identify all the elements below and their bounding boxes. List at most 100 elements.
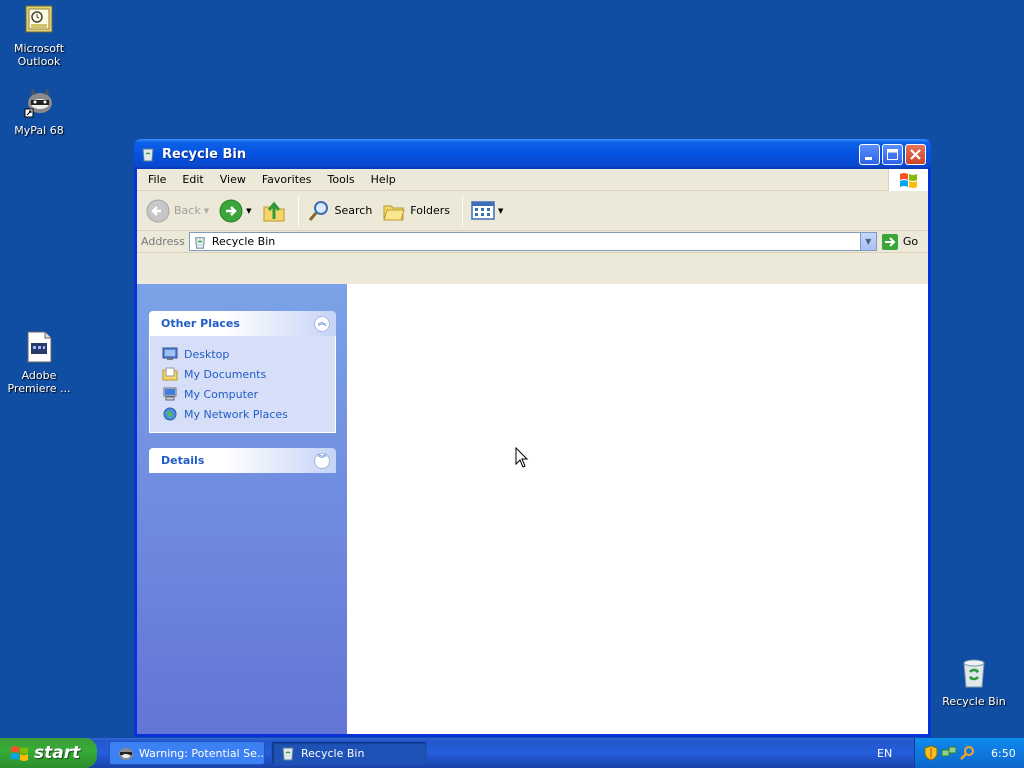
- taskbar-item-warning[interactable]: Warning: Potential Se...: [109, 741, 265, 765]
- link-my-documents-label: My Documents: [184, 367, 267, 381]
- other-places-header[interactable]: Other Places ︽: [149, 311, 336, 336]
- close-icon: [910, 149, 921, 160]
- task-pane: Other Places ︽ Desktop My Documents My C…: [137, 284, 347, 734]
- maximize-icon: [887, 149, 898, 160]
- taskbar-item-recycle-bin[interactable]: Recycle Bin: [271, 741, 427, 765]
- premiere-file-icon: [27, 331, 52, 363]
- details-panel: Details ︾: [149, 448, 336, 473]
- windows-flag-icon: [899, 173, 917, 188]
- windows-flag-icon: [11, 746, 28, 761]
- desktop-icon-outlook[interactable]: Microsoft Outlook: [0, 4, 79, 68]
- other-places-title: Other Places: [161, 317, 240, 330]
- forward-dropdown-icon[interactable]: ▼: [246, 207, 251, 215]
- close-button[interactable]: [905, 144, 926, 165]
- folders-icon: [383, 205, 405, 220]
- language-indicator[interactable]: EN: [877, 738, 892, 768]
- link-my-documents[interactable]: My Documents: [162, 364, 325, 384]
- address-dropdown-button[interactable]: ▼: [859, 233, 876, 250]
- link-desktop[interactable]: Desktop: [162, 344, 325, 364]
- minimize-button[interactable]: [859, 144, 880, 165]
- other-places-panel: Other Places ︽ Desktop My Documents My C…: [149, 311, 336, 433]
- taskbar-item-label: Recycle Bin: [301, 746, 365, 760]
- system-tray: 6:50: [914, 738, 1024, 768]
- windows-logo: [888, 169, 928, 191]
- menu-file[interactable]: File: [140, 173, 174, 186]
- desktop-icon-premiere[interactable]: Adobe Premiere ...: [0, 331, 79, 395]
- desktop-icon: [162, 347, 178, 360]
- start-button[interactable]: start: [0, 738, 97, 768]
- link-my-network-places[interactable]: My Network Places: [162, 404, 325, 424]
- forward-arrow-icon: [219, 199, 243, 222]
- menu-view[interactable]: View: [212, 173, 254, 186]
- folders-button[interactable]: Folders: [379, 195, 453, 227]
- network-icon[interactable]: [941, 745, 957, 761]
- toolbar-separator: [462, 195, 464, 226]
- recycle-bin-icon: [142, 148, 154, 162]
- toolbar: Back ▼ ▼ Search Folders ▼: [137, 191, 928, 231]
- back-label: Back: [174, 204, 201, 217]
- menu-favorites[interactable]: Favorites: [254, 173, 320, 186]
- my-computer-icon: [163, 387, 177, 401]
- mouse-cursor-icon: [515, 447, 529, 468]
- forward-button[interactable]: ▼: [216, 195, 254, 227]
- desktop-icon-label: Microsoft Outlook: [13, 42, 65, 68]
- menu-tools[interactable]: Tools: [320, 173, 363, 186]
- address-bar: Address Recycle Bin ▼ Go: [137, 231, 928, 253]
- recycle-bin-icon: [194, 236, 205, 249]
- title-bar[interactable]: Recycle Bin: [134, 139, 931, 169]
- start-label: start: [34, 743, 81, 763]
- views-icon: [471, 200, 495, 220]
- views-dropdown-icon[interactable]: ▼: [498, 207, 503, 215]
- recycle-bin-icon: [963, 659, 985, 688]
- outlook-icon: [25, 5, 53, 33]
- network-places-icon: [163, 407, 177, 421]
- desktop-icon-mypal[interactable]: MyPal 68: [0, 86, 79, 137]
- maximize-button[interactable]: [882, 144, 903, 165]
- up-folder-icon: [263, 201, 284, 221]
- views-button[interactable]: ▼: [468, 195, 506, 227]
- expand-chevron-down-icon[interactable]: ︾: [314, 452, 330, 469]
- back-dropdown-icon[interactable]: ▼: [204, 207, 209, 215]
- back-arrow-icon: [146, 199, 170, 222]
- chevron-down-icon: ▼: [865, 237, 872, 246]
- link-my-computer[interactable]: My Computer: [162, 384, 325, 404]
- desktop-icon-recycle-bin[interactable]: Recycle Bin: [934, 657, 1014, 708]
- recycle-bin-icon: [282, 747, 294, 761]
- desktop-icon-label: Adobe Premiere ...: [7, 369, 71, 395]
- security-shield-icon[interactable]: [923, 745, 939, 761]
- go-arrow-icon: [881, 233, 898, 250]
- details-header[interactable]: Details ︾: [149, 448, 336, 473]
- taskbar-item-label: Warning: Potential Se...: [139, 746, 265, 760]
- go-button[interactable]: Go: [881, 233, 918, 251]
- search-button[interactable]: Search: [304, 195, 376, 227]
- desktop-icon-label: MyPal 68: [14, 124, 64, 137]
- link-my-computer-label: My Computer: [184, 387, 259, 401]
- address-value: Recycle Bin: [211, 235, 276, 248]
- minimize-icon: [865, 157, 872, 160]
- up-folder-button[interactable]: [259, 195, 289, 227]
- address-label: Address: [141, 235, 185, 248]
- file-list-area[interactable]: [347, 284, 928, 734]
- search-label: Search: [334, 204, 373, 217]
- address-input[interactable]: Recycle Bin ▼: [188, 232, 877, 251]
- link-my-network-places-label: My Network Places: [184, 407, 288, 421]
- mypal-icon: [119, 748, 133, 760]
- search-icon[interactable]: [959, 745, 975, 761]
- my-documents-icon: [162, 367, 178, 381]
- window-title: Recycle Bin: [162, 146, 247, 162]
- menu-edit[interactable]: Edit: [174, 173, 211, 186]
- menu-bar: File Edit View Favorites Tools Help: [137, 169, 928, 191]
- mypal-icon: [24, 89, 52, 118]
- link-desktop-label: Desktop: [184, 347, 230, 361]
- clock[interactable]: 6:50: [991, 747, 1016, 760]
- details-title: Details: [161, 454, 205, 467]
- back-button[interactable]: Back ▼: [143, 195, 212, 227]
- language-label: EN: [877, 746, 893, 760]
- taskbar: start Warning: Potential Se... Recycle B…: [0, 738, 1024, 768]
- folders-label: Folders: [410, 204, 451, 217]
- collapse-chevron-up-icon[interactable]: ︽: [314, 315, 330, 332]
- search-icon: [308, 200, 328, 221]
- toolbar-separator: [297, 195, 299, 226]
- explorer-window: Recycle Bin File Edit View Favorites Too…: [134, 139, 931, 737]
- menu-help[interactable]: Help: [363, 173, 404, 186]
